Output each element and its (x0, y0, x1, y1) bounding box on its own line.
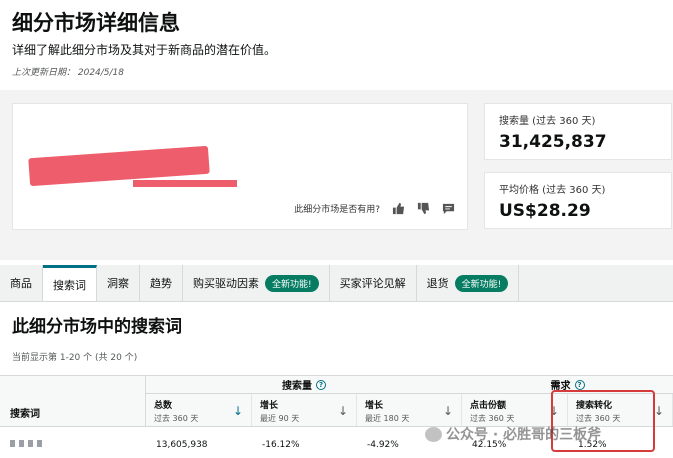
sort-icon[interactable]: ↓ (443, 404, 453, 418)
tab-label: 商品 (10, 277, 32, 290)
tab-review-insights[interactable]: 买家评论见解 (330, 265, 417, 301)
cell-total: 13,605,938 (156, 440, 208, 450)
cell-growth-180: -4.92% (367, 440, 399, 450)
watermark-text: 公众号 · 必胜哥的三板斧 (446, 427, 602, 443)
tab-products[interactable]: 商品 (0, 265, 43, 301)
tab-label: 趋势 (150, 277, 172, 290)
column-growth-180[interactable]: 增长 最近 180 天 ↓ (357, 394, 462, 426)
last-updated: 上次更新日期： 2024/5/18 (12, 68, 125, 78)
redacted-niche-detail (133, 180, 237, 187)
sort-icon[interactable]: ↓ (338, 404, 348, 418)
helpful-prompt: 此细分市场是否有用? (294, 205, 380, 215)
results-count: 当前显示第 1-20 个 (共 20 个) (12, 353, 138, 363)
tab-label: 买家评论见解 (339, 277, 406, 290)
section-title: 此细分市场中的搜索词 (12, 317, 182, 337)
tab-label: 退货 (426, 277, 449, 290)
new-feature-badge: 全新功能! (265, 274, 319, 292)
sort-icon[interactable]: ↓ (654, 404, 664, 418)
tab-trends[interactable]: 趋势 (140, 265, 183, 301)
tab-insights[interactable]: 洞察 (97, 265, 140, 301)
avg-price-label: 平均价格 (过去 360 天) (499, 185, 606, 196)
search-volume-group-header: 搜索量 ? (146, 376, 462, 394)
comment-icon[interactable] (442, 202, 455, 215)
wechat-icon (425, 426, 442, 442)
helpful-feedback: 此细分市场是否有用? (294, 202, 455, 215)
tab-search-terms[interactable]: 搜索词 (43, 265, 97, 301)
tab-purchase-drivers[interactable]: 购买驱动因素 全新功能! (183, 265, 330, 301)
page-header: 细分市场详细信息 详细了解此细分市场及其对于新商品的潜在价值。 上次更新日期： … (0, 0, 673, 90)
page-subtitle: 详细了解此细分市场及其对于新商品的潜在价值。 (12, 43, 277, 57)
column-growth-90[interactable]: 增长 最近 90 天 ↓ (252, 394, 357, 426)
tab-label: 洞察 (107, 277, 129, 290)
search-volume-value: 31,425,837 (499, 132, 607, 152)
column-total[interactable]: 总数 过去 360 天 ↓ (146, 394, 252, 426)
help-icon[interactable]: ? (574, 379, 585, 390)
watermark: 公众号 · 必胜哥的三板斧 (425, 424, 601, 444)
sort-desc-icon[interactable]: ↓ (233, 404, 243, 418)
niche-overview-card: 此细分市场是否有用? (12, 103, 468, 230)
new-feature-badge: 全新功能! (454, 274, 509, 292)
masked-keyword (10, 440, 46, 447)
tab-label: 搜索词 (53, 278, 86, 292)
avg-price-value: US$28.29 (499, 201, 591, 221)
help-icon[interactable]: ? (316, 379, 326, 390)
avg-price-card: 平均价格 (过去 360 天) US$28.29 (484, 172, 672, 229)
cell-growth-90: -16.12% (262, 440, 300, 450)
tab-label: 购买驱动因素 (193, 277, 259, 290)
tab-returns[interactable]: 退货 全新功能! (417, 265, 520, 301)
thumbs-down-icon[interactable] (417, 202, 430, 215)
search-volume-label: 搜索量 (过去 360 天) (499, 116, 596, 127)
tab-bar: 商品 搜索词 洞察 趋势 购买驱动因素 全新功能! 买家评论见解 退货 全新功能! (0, 265, 673, 302)
thumbs-up-icon[interactable] (392, 202, 405, 215)
group-label: 搜索量 (282, 381, 312, 392)
page-title: 细分市场详细信息 (12, 11, 180, 35)
search-volume-card: 搜索量 (过去 360 天) 31,425,837 (484, 103, 672, 160)
keyword-column-header[interactable]: 搜索词 (0, 376, 146, 426)
summary-band: 此细分市场是否有用? 搜索量 (过去 360 天) 31,425,837 平均价… (0, 90, 673, 260)
